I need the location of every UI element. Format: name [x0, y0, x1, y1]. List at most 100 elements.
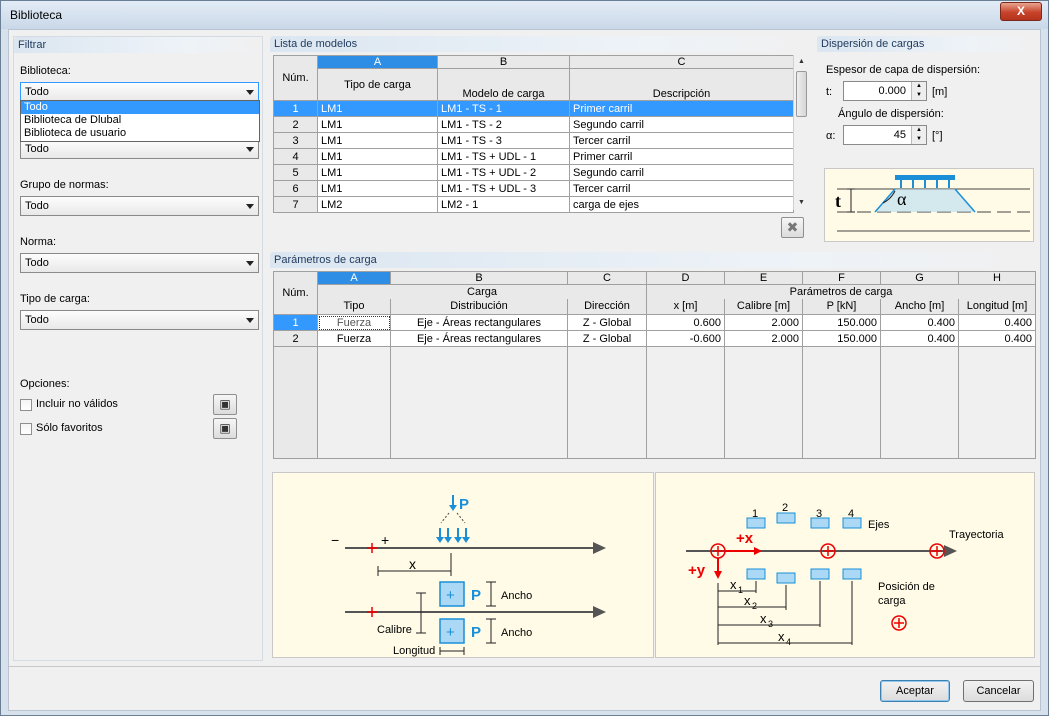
- scroll-thumb[interactable]: [796, 71, 807, 117]
- params-group-header: Parámetros de carga: [646, 284, 1036, 299]
- fig-p-label: P: [459, 496, 469, 513]
- empty-row: [273, 346, 1036, 459]
- cell: 150.000: [802, 330, 881, 347]
- table-row[interactable]: 7 LM2 LM2 - 1 carga de ejes: [273, 196, 794, 213]
- cell: carga de ejes: [569, 196, 794, 213]
- col-letter-b: B: [437, 55, 570, 69]
- grupo-combo[interactable]: Todo: [20, 196, 259, 216]
- table-row[interactable]: 6 LM1 LM1 - TS + UDL - 3 Tercer carril: [273, 180, 794, 197]
- col-letter-d: D: [646, 271, 725, 285]
- fig-alpha-label: α: [897, 189, 907, 209]
- dropdown-option[interactable]: Biblioteca de usuario: [21, 127, 259, 140]
- cell: LM1 - TS + UDL - 2: [437, 164, 570, 181]
- col-letter-h: H: [958, 271, 1036, 285]
- dispersion-figure: t α: [824, 168, 1034, 242]
- cancel-button[interactable]: Cancelar: [963, 680, 1034, 702]
- fig-axle-number: 4: [848, 508, 854, 520]
- hidden-combo[interactable]: Todo: [20, 139, 259, 159]
- params-table: Núm. A B C D E F G H Carga Parámetros de…: [273, 271, 1036, 459]
- cell: 0.400: [958, 330, 1036, 347]
- spin-down-icon[interactable]: ▼: [911, 135, 926, 144]
- axle-illustration: − + P x + + P P Ancho Ancho Calibre Long…: [331, 495, 606, 657]
- dropdown-option[interactable]: Todo: [21, 101, 259, 114]
- fig-plusx-label: +x: [736, 530, 754, 547]
- cell: 0.400: [880, 314, 959, 331]
- table-row[interactable]: 5 LM1 LM1 - TS + UDL - 2 Segundo carril: [273, 164, 794, 181]
- t-spinner[interactable]: 0.000 ▲ ▼: [843, 81, 927, 101]
- tipo-carga-header: Tipo de carga: [317, 68, 438, 101]
- col-letter-c: C: [567, 271, 647, 285]
- tipo-carga-label: Tipo de carga:: [20, 293, 90, 305]
- table-row[interactable]: 3 LM1 LM1 - TS - 3 Tercer carril: [273, 132, 794, 149]
- cell: Eje - Áreas rectangulares: [390, 330, 568, 347]
- fig-x3-sub: 3: [768, 619, 773, 629]
- num-header: Núm.: [273, 55, 318, 101]
- table-row[interactable]: 4 LM1 LM1 - TS + UDL - 1 Primer carril: [273, 148, 794, 165]
- fig-plus: +: [381, 532, 389, 548]
- carga-group-header: Carga: [317, 284, 647, 299]
- incluir-info-button[interactable]: ▣: [213, 394, 237, 415]
- cell: LM1 - TS - 3: [437, 132, 570, 149]
- chevron-down-icon: [246, 204, 254, 209]
- scroll-down-icon[interactable]: ▼: [795, 196, 808, 210]
- cell: LM1 - TS - 1: [437, 100, 570, 117]
- delete-model-button[interactable]: ✖: [781, 217, 804, 238]
- col-letter-e: E: [724, 271, 803, 285]
- axle-position-figure: +x +y 1 2 3 4 Ejes Trayectoria x1 x2 x3 …: [655, 472, 1035, 658]
- norma-combo[interactable]: Todo: [20, 253, 259, 273]
- accept-button[interactable]: Aceptar: [880, 680, 950, 702]
- p-header: P [kN]: [802, 298, 881, 315]
- fig-p-label: P: [471, 587, 481, 604]
- table-row[interactable]: 1 Fuerza Eje - Áreas rectangulares Z - G…: [273, 314, 1036, 331]
- cell[interactable]: Fuerza: [317, 314, 391, 331]
- spin-down-icon[interactable]: ▼: [911, 91, 926, 100]
- favoritos-info-button[interactable]: ▣: [213, 418, 237, 439]
- table-row[interactable]: 2 LM1 LM1 - TS - 2 Segundo carril: [273, 116, 794, 133]
- row-num: 2: [273, 330, 318, 347]
- col-letter-c: C: [569, 55, 794, 69]
- spin-up-icon[interactable]: ▲: [911, 126, 926, 135]
- alpha-spinner[interactable]: 45 ▲ ▼: [843, 125, 927, 145]
- dispersion-panel: Dispersión de cargas Espesor de capa de …: [817, 36, 1036, 244]
- cell: Primer carril: [569, 148, 794, 165]
- fig-x2-label: x: [744, 593, 751, 608]
- fig-axle-number: 1: [752, 508, 758, 520]
- col-letter-g: G: [880, 271, 959, 285]
- cell: LM1: [317, 116, 438, 133]
- row-num: 4: [273, 148, 318, 165]
- table-row[interactable]: 1 LM1 LM1 - TS - 1 Primer carril: [273, 100, 794, 117]
- scroll-up-icon[interactable]: ▲: [795, 55, 808, 69]
- fig-ancho-label: Ancho: [501, 590, 532, 602]
- close-button[interactable]: X: [1000, 2, 1042, 21]
- dropdown-option[interactable]: Biblioteca de Dlubal: [21, 114, 259, 127]
- longitud-header: Longitud [m]: [958, 298, 1036, 315]
- fig-carga-label: carga: [878, 595, 906, 607]
- biblioteca-combo[interactable]: Todo: [20, 82, 259, 102]
- fig-minus: −: [331, 532, 339, 548]
- fig-x4-label: x: [778, 629, 785, 644]
- spin-up-icon[interactable]: ▲: [911, 82, 926, 91]
- model-table-scrollbar[interactable]: ▲ ▼: [793, 55, 808, 210]
- tipo-carga-combo[interactable]: Todo: [20, 310, 259, 330]
- descripcion-header: Descripción: [569, 68, 794, 101]
- cell: 0.400: [958, 314, 1036, 331]
- fig-x3-label: x: [760, 611, 767, 626]
- favoritos-checkbox[interactable]: [20, 423, 32, 435]
- cell: Segundo carril: [569, 164, 794, 181]
- col-letter-f: F: [802, 271, 881, 285]
- incluir-checkbox[interactable]: [20, 399, 32, 411]
- alpha-label: α:: [826, 130, 836, 142]
- grupo-value: Todo: [25, 200, 49, 212]
- modelo-header: Modelo de carga: [437, 68, 570, 101]
- cell: LM2 - 1: [437, 196, 570, 213]
- t-label: t:: [826, 86, 833, 98]
- cell: LM2: [317, 196, 438, 213]
- tipo-header: Tipo: [317, 298, 391, 315]
- cell: Tercer carril: [569, 132, 794, 149]
- fig-t-label: t: [835, 191, 841, 211]
- col-letter-b: B: [390, 271, 568, 285]
- row-num: 5: [273, 164, 318, 181]
- col-letter-a: A: [317, 55, 438, 69]
- table-row[interactable]: 2 Fuerza Eje - Áreas rectangulares Z - G…: [273, 330, 1036, 347]
- distribucion-header: Distribución: [390, 298, 568, 315]
